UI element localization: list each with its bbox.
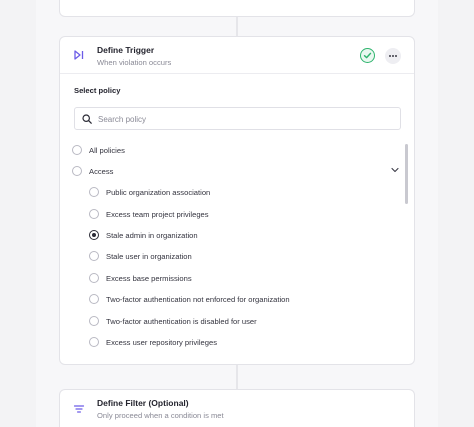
radio-button[interactable] bbox=[89, 187, 99, 197]
policy-option[interactable]: Stale admin in organization bbox=[89, 228, 198, 242]
option-label: Two-factor authentication is disabled fo… bbox=[106, 316, 257, 326]
policy-option[interactable]: Excess base permissions bbox=[89, 271, 192, 285]
radio-button[interactable] bbox=[89, 251, 99, 261]
search-icon bbox=[82, 114, 92, 124]
option-label: Stale admin in organization bbox=[106, 230, 198, 240]
policy-list-scrollbar[interactable] bbox=[405, 144, 408, 204]
skip-forward-icon bbox=[74, 50, 84, 60]
policy-option[interactable]: Excess user repository privileges bbox=[89, 335, 217, 349]
define-filter-card[interactable]: Define Filter (Optional) Only proceed wh… bbox=[59, 389, 415, 427]
previous-step-card[interactable] bbox=[59, 0, 415, 17]
option-label: Two-factor authentication not enforced f… bbox=[106, 294, 290, 304]
policy-option[interactable]: Two-factor authentication not enforced f… bbox=[89, 292, 290, 306]
policy-option[interactable]: Stale user in organization bbox=[89, 249, 192, 263]
trigger-step-header[interactable]: Define Trigger When violation occurs bbox=[60, 37, 414, 73]
option-label: Excess base permissions bbox=[106, 273, 192, 283]
option-label: All policies bbox=[89, 145, 125, 155]
option-label: Stale user in organization bbox=[106, 251, 192, 261]
policy-option-all[interactable]: All policies bbox=[72, 143, 125, 157]
policy-option[interactable]: Excess team project privileges bbox=[89, 207, 209, 221]
define-trigger-card: Define Trigger When violation occurs Sel… bbox=[59, 36, 415, 365]
option-label: Public organization association bbox=[106, 187, 211, 197]
radio-button[interactable] bbox=[89, 209, 99, 219]
check-circle-icon bbox=[360, 48, 375, 63]
policy-option[interactable]: Public organization association bbox=[89, 185, 210, 199]
radio-button-selected[interactable] bbox=[89, 230, 99, 240]
policy-option[interactable]: Two-factor authentication is disabled fo… bbox=[89, 314, 257, 328]
trigger-step-subtitle: When violation occurs bbox=[97, 58, 172, 67]
step-connector bbox=[236, 365, 238, 389]
option-label: Excess team project privileges bbox=[106, 209, 209, 219]
filter-step-title: Define Filter (Optional) bbox=[97, 398, 189, 408]
chevron-down-icon[interactable] bbox=[391, 167, 399, 173]
filter-icon bbox=[73, 405, 85, 413]
filter-step-subtitle: Only proceed when a condition is met bbox=[97, 411, 224, 420]
radio-button[interactable] bbox=[72, 145, 82, 155]
step-connector bbox=[236, 17, 238, 37]
option-label: Access bbox=[89, 166, 114, 176]
radio-button[interactable] bbox=[89, 316, 99, 326]
select-policy-label: Select policy bbox=[74, 86, 121, 95]
radio-button[interactable] bbox=[72, 166, 82, 176]
option-label: Excess user repository privileges bbox=[106, 337, 217, 347]
more-options-button[interactable] bbox=[385, 48, 401, 64]
radio-button[interactable] bbox=[89, 294, 99, 304]
header-divider bbox=[60, 73, 414, 74]
trigger-step-title: Define Trigger bbox=[97, 45, 155, 55]
radio-button[interactable] bbox=[89, 337, 99, 347]
radio-button[interactable] bbox=[89, 273, 99, 283]
search-input[interactable] bbox=[98, 111, 388, 127]
policy-group-access[interactable]: Access bbox=[72, 164, 113, 178]
policy-search-field[interactable] bbox=[74, 107, 401, 130]
